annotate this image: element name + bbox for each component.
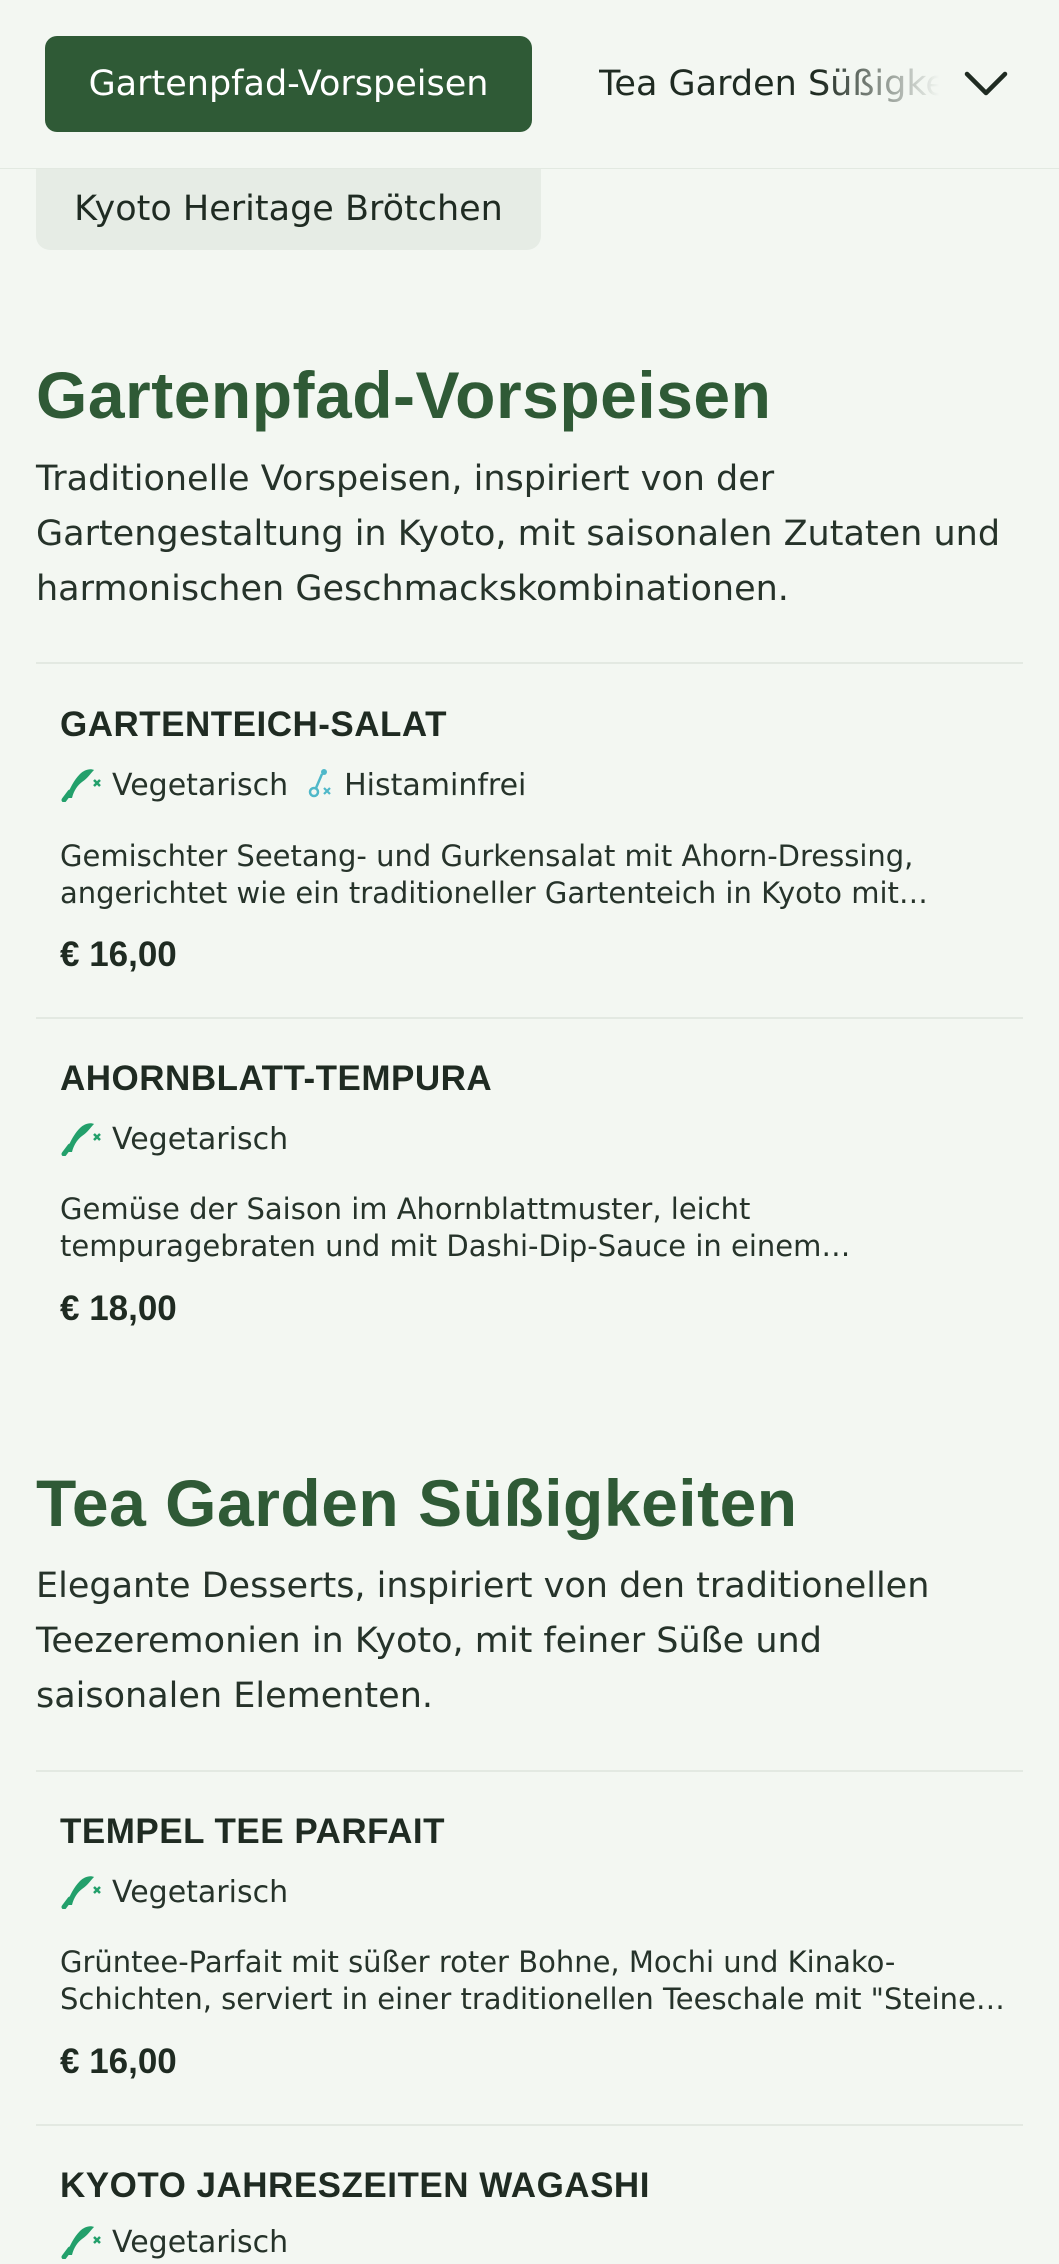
divider xyxy=(36,1770,1023,1772)
tag-vegetarian: Vegetarisch xyxy=(60,1118,288,1161)
vegetarian-icon xyxy=(60,1871,102,1914)
tab-gartenpfad-vorspeisen[interactable]: Gartenpfad-Vorspeisen xyxy=(45,36,532,132)
tag-histamine-free: Histaminfrei xyxy=(304,766,526,805)
menu-item-description: Grüntee-Parfait mit süßer roter Bohne, M… xyxy=(60,1945,1008,2016)
menu-item-description: Gemischter Seetang- und Gurkensalat mit … xyxy=(60,839,914,910)
tag-vegetarian: Vegetarisch xyxy=(60,764,288,807)
tag-vegetarian: Vegetarisch xyxy=(60,2221,288,2264)
category-tab-bar: Gartenpfad-Vorspeisen Tea Garden Süßigke… xyxy=(0,0,1059,169)
tag-label: Vegetarisch xyxy=(112,767,289,803)
diet-tags: Vegetarisch xyxy=(60,1119,304,1159)
histamine-free-icon xyxy=(304,766,334,805)
section-description: Traditionelle Vorspeisen, inspiriert von… xyxy=(36,459,1001,609)
menu-item-price: € 16,00 xyxy=(60,935,177,974)
diet-tags: Vegetarisch xyxy=(60,2222,304,2262)
tag-label: Vegetarisch xyxy=(112,1874,289,1910)
menu-item-name: KYOTO JAHRESZEITEN WAGASHI xyxy=(60,2166,650,2205)
menu-item-price: € 16,00 xyxy=(60,2042,177,2081)
tab-tea-garden-suessigkeiten[interactable]: Tea Garden Süßigkeiten xyxy=(599,36,939,132)
menu-item-description: Gemüse der Saison im Ahornblattmuster, l… xyxy=(60,1192,822,1263)
diet-tags: Vegetarisch Histaminfrei xyxy=(60,765,542,805)
vegetarian-icon xyxy=(60,1118,102,1161)
vegetarian-icon xyxy=(60,2221,102,2264)
tag-vegetarian: Vegetarisch xyxy=(60,1871,288,1914)
divider xyxy=(36,2124,1023,2126)
menu-item-name: GARTENTEICH-SALAT xyxy=(60,705,447,744)
chevron-down-icon[interactable] xyxy=(960,58,1012,110)
section-title: Gartenpfad-Vorspeisen xyxy=(36,358,772,432)
section-description: Elegante Desserts, inspiriert von den tr… xyxy=(36,1566,930,1716)
menu-item-price: € 18,00 xyxy=(60,1289,177,1328)
tag-label: Vegetarisch xyxy=(112,1121,289,1157)
section-title: Tea Garden Süßigkeiten xyxy=(36,1466,798,1540)
vegetarian-icon xyxy=(60,764,102,807)
diet-tags: Vegetarisch xyxy=(60,1872,304,1912)
tag-label: Vegetarisch xyxy=(112,2224,289,2260)
tag-label: Histaminfrei xyxy=(344,767,527,803)
menu-item-name: TEMPEL TEE PARFAIT xyxy=(60,1812,445,1851)
tab-kyoto-heritage-broetchen[interactable]: Kyoto Heritage Brötchen xyxy=(36,168,541,250)
divider xyxy=(36,662,1023,664)
menu-item-name: AHORNBLATT-TEMPURA xyxy=(60,1059,493,1098)
divider xyxy=(36,1017,1023,1019)
